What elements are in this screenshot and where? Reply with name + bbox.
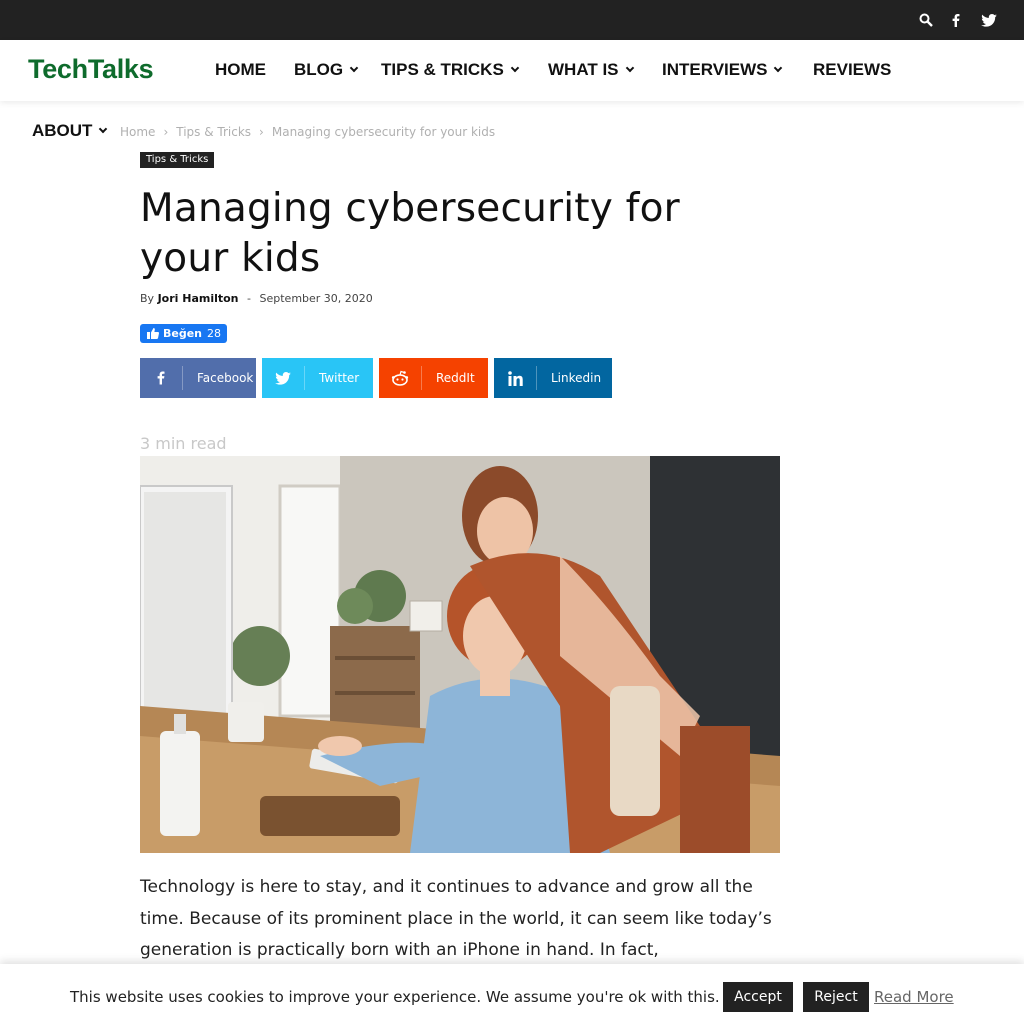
nav-item-interviews[interactable]: INTERVIEWS — [662, 60, 783, 80]
reject-button[interactable]: Reject — [803, 982, 869, 1012]
nav-label: TIPS & TRICKS — [381, 60, 504, 79]
chevron-down-icon — [774, 63, 783, 73]
top-bar — [0, 0, 1024, 40]
breadcrumb: Home › Tips & Tricks › Managing cybersec… — [120, 125, 495, 139]
publish-date: September 30, 2020 — [259, 292, 373, 305]
breadcrumb-current: Managing cybersecurity for your kids — [271, 125, 496, 139]
breadcrumb-separator: › — [163, 125, 169, 139]
share-reddit-button[interactable]: ReddIt — [379, 358, 488, 398]
accept-button[interactable]: Accept — [723, 982, 793, 1012]
breadcrumb-category[interactable]: Tips & Tricks — [176, 125, 251, 139]
share-divider — [182, 366, 183, 390]
byline: By Jori Hamilton - September 30, 2020 — [140, 292, 373, 305]
nav-item-reviews[interactable]: REVIEWS — [813, 60, 891, 80]
facebook-icon[interactable] — [946, 10, 966, 30]
nav-label: ABOUT — [32, 121, 93, 140]
category-tag[interactable]: Tips & Tricks — [140, 152, 215, 168]
byline-dash: - — [247, 292, 251, 305]
article-body: Technology is here to stay, and it conti… — [140, 877, 772, 960]
featured-image — [140, 456, 780, 853]
facebook-icon — [140, 358, 182, 398]
chevron-down-icon — [625, 63, 634, 73]
nav-item-blog[interactable]: BLOG — [294, 60, 359, 80]
nav-item-about[interactable]: ABOUT — [32, 121, 108, 141]
chevron-down-icon — [349, 63, 359, 73]
share-linkedin-button[interactable]: Linkedin — [494, 358, 612, 398]
site-header: TechTalks HOME BLOG TIPS & TRICKS WHAT I… — [0, 40, 1024, 101]
thumbs-up-icon — [147, 328, 159, 339]
nav-label: HOME — [215, 60, 266, 79]
share-label: Twitter — [319, 371, 360, 385]
linkedin-icon — [494, 358, 536, 398]
breadcrumb-home[interactable]: Home — [120, 125, 155, 139]
share-facebook-button[interactable]: Facebook — [140, 358, 256, 398]
author-link[interactable]: Jori Hamilton — [158, 292, 239, 305]
search-icon[interactable] — [916, 10, 936, 30]
page-title: Managing cybersecurity for your kids — [140, 186, 680, 281]
share-label: Linkedin — [551, 371, 602, 385]
like-count: 28 — [207, 327, 222, 340]
read-more-link[interactable]: Read More — [874, 988, 954, 1006]
reddit-icon — [379, 358, 421, 398]
nav-item-tips-tricks[interactable]: TIPS & TRICKS — [381, 60, 520, 80]
site-logo[interactable]: TechTalks — [28, 54, 154, 85]
nav-label: BLOG — [294, 60, 344, 79]
breadcrumb-separator: › — [259, 125, 264, 139]
twitter-icon[interactable] — [979, 10, 999, 30]
facebook-like-button[interactable]: Beğen 28 — [140, 324, 227, 343]
like-label: Beğen — [163, 327, 203, 340]
chevron-down-icon — [510, 63, 520, 73]
nav-item-home[interactable]: HOME — [215, 60, 266, 80]
nav-label: REVIEWS — [813, 60, 892, 79]
share-divider — [304, 366, 305, 390]
cookie-message: This website uses cookies to improve you… — [70, 988, 720, 1006]
chevron-down-icon — [99, 124, 108, 134]
share-twitter-button[interactable]: Twitter — [262, 358, 373, 398]
cookie-banner: This website uses cookies to improve you… — [0, 964, 1024, 1024]
share-label: ReddIt — [436, 371, 475, 385]
share-divider — [421, 366, 422, 390]
twitter-icon — [262, 358, 304, 398]
share-label: Facebook — [197, 371, 254, 385]
share-divider — [536, 366, 537, 390]
nav-label: INTERVIEWS — [662, 60, 768, 79]
nav-item-what-is[interactable]: WHAT IS — [548, 60, 634, 80]
nav-label: WHAT IS — [548, 60, 619, 79]
byline-by: By — [140, 292, 155, 305]
read-time: 3 min read — [140, 434, 227, 453]
